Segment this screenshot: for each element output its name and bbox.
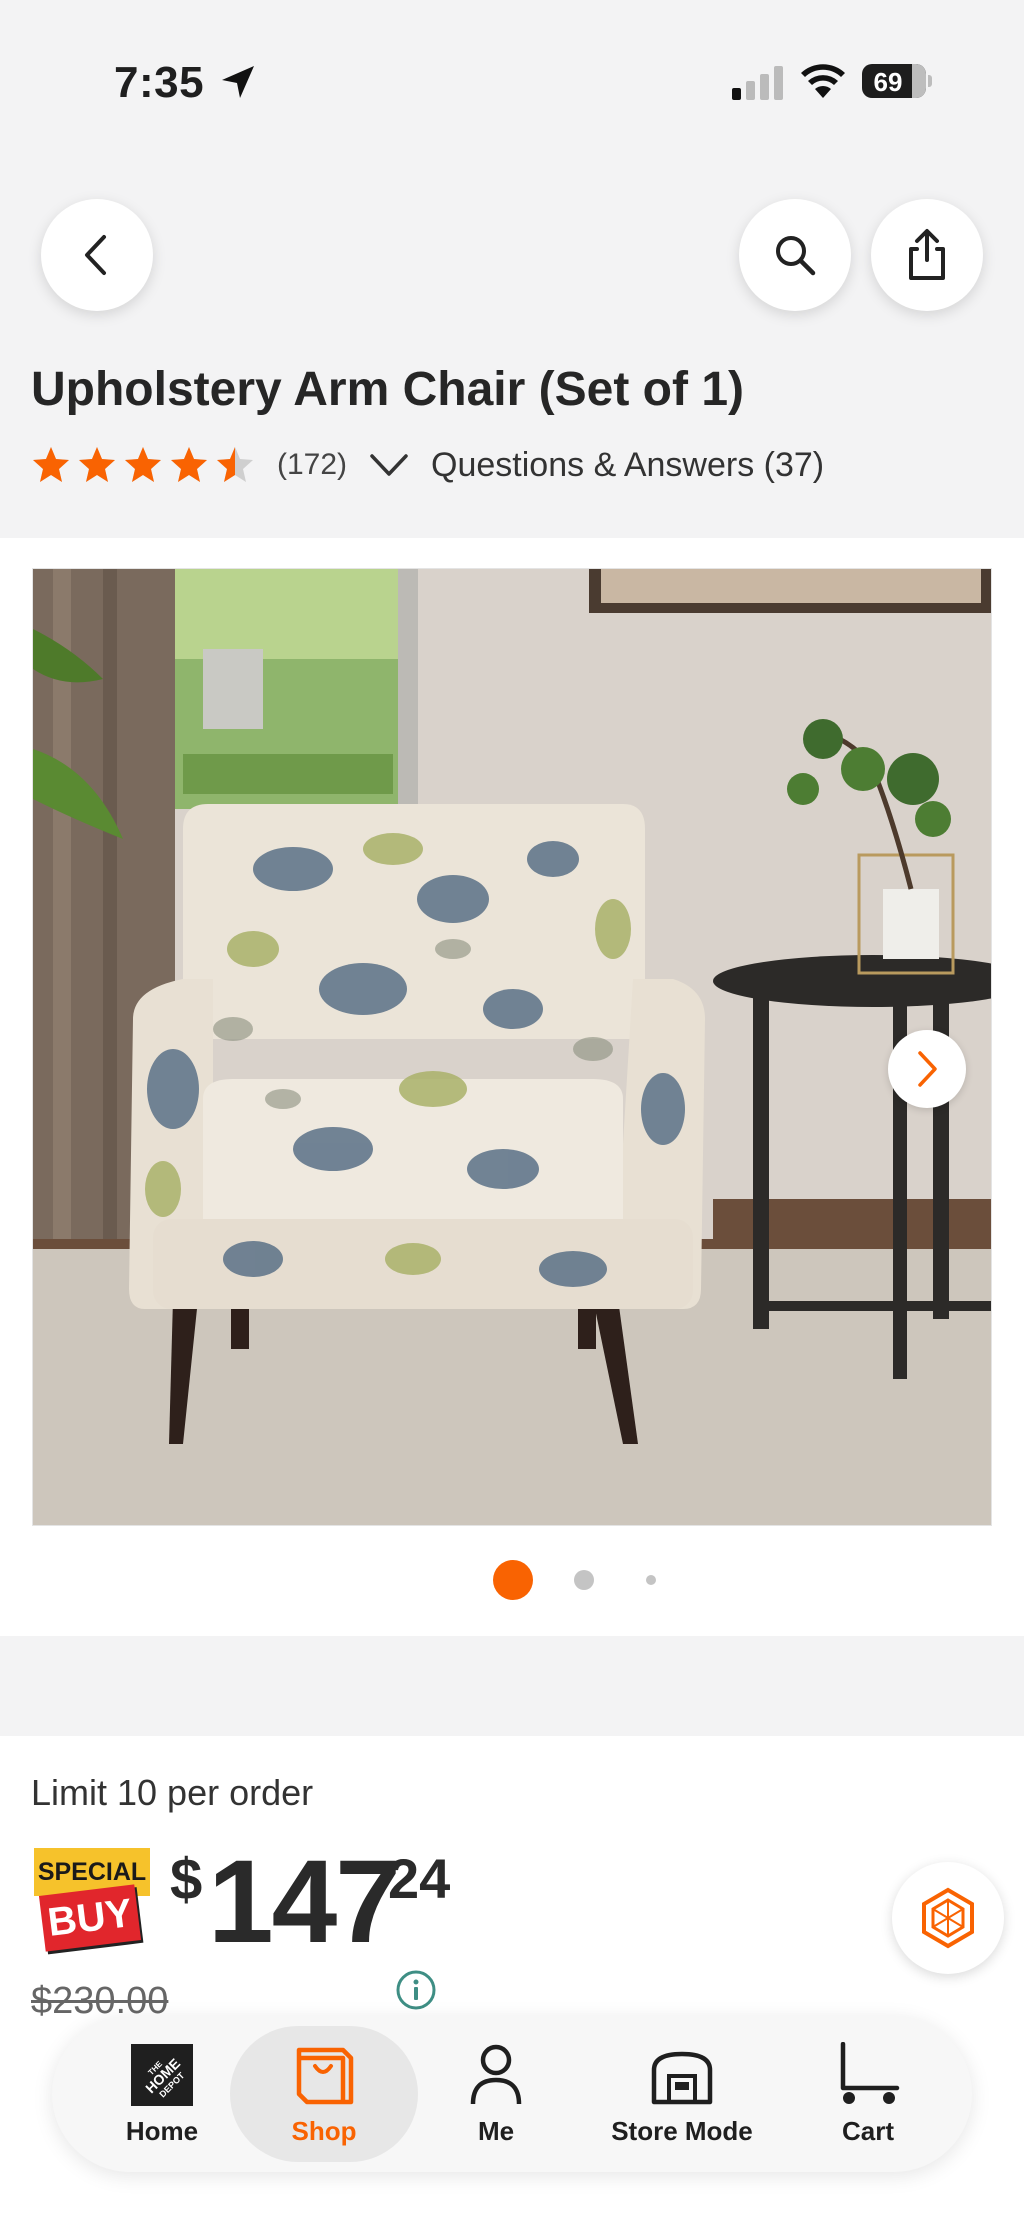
hexagon-assistant-icon: [922, 1887, 974, 1949]
price-cents: 24: [388, 1847, 451, 1910]
tab-store-mode-label: Store Mode: [611, 2116, 753, 2146]
search-icon: [776, 236, 816, 276]
info-icon[interactable]: [394, 1968, 438, 2012]
tab-me-label: Me: [477, 2116, 515, 2146]
next-image-button[interactable]: [888, 1030, 966, 1108]
special-buy-badge: SPECIAL BUY: [34, 1848, 152, 1956]
star-icon: [79, 447, 115, 482]
chevron-right-icon: [918, 1051, 937, 1087]
product-image[interactable]: [32, 568, 992, 1526]
review-count[interactable]: (172): [277, 448, 347, 482]
tab-home[interactable]: THE HOME DEPOT Home: [92, 2026, 232, 2162]
tab-cart-label: Cart: [841, 2116, 894, 2146]
tab-store-mode[interactable]: Store Mode: [582, 2026, 782, 2162]
star-rating[interactable]: [31, 445, 255, 485]
price-dollars: 147: [208, 1836, 401, 1968]
tab-shop[interactable]: Shop: [230, 2026, 418, 2162]
cart-icon: [840, 2042, 900, 2104]
order-limit: Limit 10 per order: [31, 1772, 314, 1813]
tab-shop-label: Shop: [291, 2116, 357, 2146]
cellular-signal-icon: [732, 66, 783, 100]
star-icon: [33, 447, 69, 482]
chevron-down-icon[interactable]: [369, 452, 409, 478]
wifi-icon: [801, 64, 845, 98]
product-title: Upholstery Arm Chair (Set of 1): [31, 363, 744, 416]
tab-me[interactable]: Me: [436, 2026, 556, 2162]
price-currency: $: [170, 1847, 203, 1912]
share-icon: [909, 229, 945, 280]
battery-icon: 69: [862, 64, 932, 98]
page-dot-1[interactable]: [493, 1560, 533, 1600]
star-icon: [171, 447, 207, 482]
page-dot-3[interactable]: [646, 1575, 656, 1585]
star-icon: [217, 447, 253, 482]
person-icon: [470, 2044, 522, 2105]
share-button[interactable]: [871, 199, 983, 311]
status-time: 7:35: [114, 58, 205, 107]
store-icon: [651, 2051, 713, 2105]
image-gallery: [0, 538, 1024, 1636]
status-bar: 7:35 69: [0, 0, 1024, 170]
bottom-tab-bar: THE HOME DEPOT Home Shop Me Store Mode C…: [52, 2016, 972, 2172]
image-pagination: [0, 1560, 1024, 1600]
special-buy-bottom: BUY: [38, 1884, 142, 1952]
rating-row: (172) Questions & Answers (37): [31, 440, 824, 490]
assistant-button[interactable]: [892, 1862, 1004, 1974]
shop-bag-icon: [296, 2047, 354, 2105]
chevron-left-icon: [85, 235, 106, 275]
search-button[interactable]: [739, 199, 851, 311]
tab-home-label: Home: [125, 2116, 199, 2146]
questions-answers-link[interactable]: Questions & Answers (37): [431, 446, 824, 485]
back-button[interactable]: [41, 199, 153, 311]
home-depot-logo-icon: THE HOME DEPOT: [131, 2044, 193, 2106]
star-icon: [125, 447, 161, 482]
location-arrow-icon: [222, 66, 254, 98]
chair-photo: [33, 569, 991, 1525]
tab-cart[interactable]: Cart: [808, 2026, 928, 2162]
battery-level: 69: [873, 67, 903, 97]
page-dot-2[interactable]: [574, 1570, 594, 1590]
